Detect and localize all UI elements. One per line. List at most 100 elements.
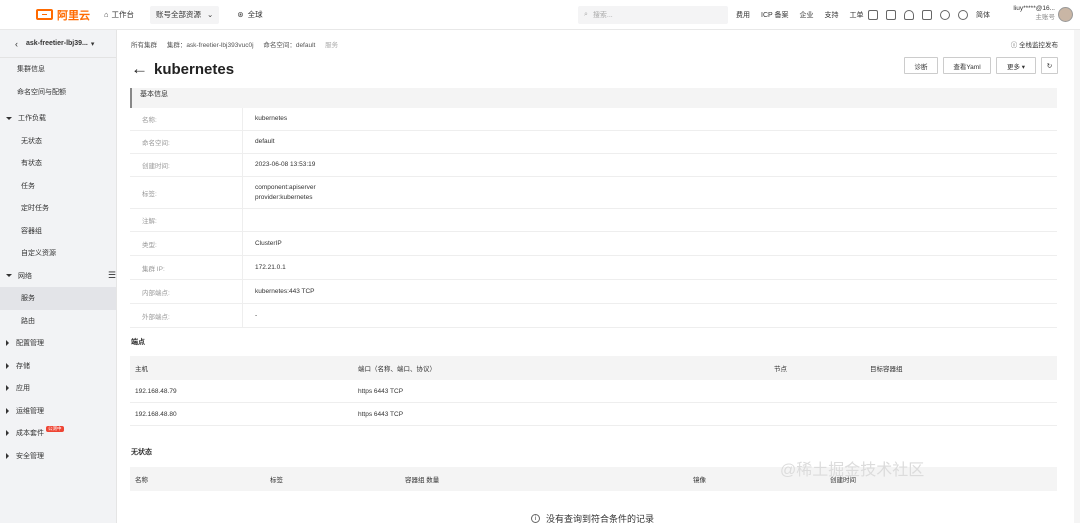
breadcrumb-item: 服务 bbox=[325, 42, 339, 49]
topbar-links: 费用 ICP 备案 企业 支持 工单 bbox=[725, 0, 864, 30]
globe-icon: ⊛ bbox=[237, 10, 244, 19]
help-icon[interactable] bbox=[958, 10, 968, 20]
main-content: 所有集群 集群：ask-freetier-lbj393vuc0j 命名空间：de… bbox=[117, 30, 1080, 523]
info-value-text: 172.21.0.1 bbox=[255, 263, 286, 271]
endpoints-table: 主机 端口（名称、端口、协议） 节点 目标容器组 192.168.48.79 h… bbox=[130, 356, 1057, 426]
table-cell: 192.168.48.80 bbox=[135, 410, 177, 418]
workbench-button[interactable]: ⌂ 工作台 bbox=[98, 6, 140, 24]
help-label: 全栈监控发布 bbox=[1019, 42, 1058, 49]
sidebar-item-job[interactable]: 任务 bbox=[0, 175, 116, 198]
back-chevron-icon: ‹ bbox=[15, 38, 18, 49]
sidebar-item-label: 定时任务 bbox=[21, 205, 49, 213]
link-support[interactable]: 支持 bbox=[825, 10, 839, 20]
sidebar-group-workloads[interactable]: 工作负载 bbox=[0, 107, 116, 130]
help-link[interactable]: ⓘ 全栈监控发布 bbox=[1011, 39, 1058, 49]
button-label: 更多 ▾ bbox=[1006, 63, 1026, 71]
sidebar-item-statefulset[interactable]: 有状态 bbox=[0, 152, 116, 175]
sidebar-item-pod[interactable]: 容器组 bbox=[0, 220, 116, 243]
breadcrumb-item[interactable]: 命名空间：default bbox=[263, 42, 315, 49]
sidebar-group-ops[interactable]: 运维管理 bbox=[0, 400, 116, 423]
info-key: 外部端点: bbox=[130, 304, 243, 327]
workbench-label: 工作台 bbox=[111, 10, 135, 19]
section-title: 基本信息 bbox=[140, 91, 168, 98]
breadcrumb-item[interactable]: 集群：ask-freetier-lbj393vuc0j bbox=[167, 42, 254, 49]
sidebar-item-service[interactable]: 服务 bbox=[0, 287, 116, 310]
sidebar-group-cost[interactable]: 成本套件 公测中 bbox=[0, 422, 116, 445]
logo-icon bbox=[36, 9, 53, 20]
basic-info-header: 基本信息 bbox=[130, 88, 1057, 108]
avatar[interactable] bbox=[1058, 7, 1073, 22]
sidebar-group-config[interactable]: 配置管理 bbox=[0, 332, 116, 355]
info-value: kubernetes:443 TCP bbox=[243, 280, 315, 303]
user-role: 主账号 bbox=[1035, 14, 1056, 21]
logo-text: 阿里云 bbox=[57, 9, 90, 22]
info-value-text: kubernetes:443 TCP bbox=[255, 287, 315, 295]
caret-right-icon bbox=[6, 430, 9, 437]
sidebar-group-security[interactable]: 安全管理 bbox=[0, 445, 116, 468]
search-icon: ⌕ bbox=[584, 11, 588, 18]
sidebar-item-cluster-info[interactable]: 集群信息 bbox=[0, 58, 116, 81]
view-yaml-button[interactable]: 查看Yaml bbox=[943, 57, 991, 74]
user-account: liuy*****@16... bbox=[1013, 5, 1055, 12]
cart-icon[interactable] bbox=[922, 10, 932, 20]
info-row: 外部端点: - bbox=[130, 304, 1057, 328]
menu-icon[interactable]: ☰ bbox=[108, 270, 116, 281]
link-billing[interactable]: 费用 bbox=[736, 10, 750, 20]
image-icon[interactable] bbox=[886, 10, 896, 20]
sidebar-item-namespace[interactable]: 命名空间与配额 bbox=[0, 81, 116, 104]
info-row: 类型: ClusterIP bbox=[130, 232, 1057, 256]
info-value: 2023-06-08 13:53:19 bbox=[243, 154, 315, 176]
basic-info-table: 名称: kubernetes 命名空间: default 创建时间: 2023-06-… bbox=[130, 108, 1057, 328]
user-info[interactable]: liuy*****@16... 主账号 bbox=[1007, 4, 1055, 22]
refresh-button[interactable]: ↻ bbox=[1041, 57, 1058, 74]
link-icp[interactable]: ICP 备案 bbox=[761, 10, 789, 20]
sidebar-item-deployment[interactable]: 无状态 bbox=[0, 130, 116, 153]
more-button[interactable]: 更多 ▾ bbox=[996, 57, 1036, 74]
language-switch[interactable]: 简体 bbox=[976, 10, 990, 20]
sidebar: ‹ ask-freetier-lbj39... ▾ 集群信息 命名空间与配额 工… bbox=[0, 30, 117, 523]
region-selector[interactable]: ⊛ 全球 bbox=[231, 6, 268, 24]
sidebar-group-label: 网络 bbox=[18, 272, 32, 280]
aliyun-logo[interactable]: 阿里云 bbox=[36, 7, 92, 23]
info-key: 注解: bbox=[130, 209, 243, 231]
refresh-icon: ↻ bbox=[1046, 62, 1053, 70]
sidebar-item-label: 自定义资源 bbox=[21, 250, 56, 258]
info-value: default bbox=[243, 131, 275, 153]
caret-right-icon bbox=[6, 385, 9, 392]
sidebar-item-ingress[interactable]: 路由 bbox=[0, 310, 116, 333]
search-input[interactable]: ⌕ 搜索... bbox=[578, 6, 728, 24]
sidebar-group-storage[interactable]: 存储 bbox=[0, 355, 116, 378]
chevron-down-icon: ▾ bbox=[90, 40, 95, 48]
caret-right-icon bbox=[6, 340, 9, 347]
sidebar-item-label: 无状态 bbox=[21, 137, 42, 145]
empty-text: 没有查询到符合条件的记录 bbox=[546, 514, 655, 523]
empty-state: i 没有查询到符合条件的记录 bbox=[531, 512, 654, 523]
info-value-text: 2023-06-08 13:53:19 bbox=[255, 161, 316, 168]
sidebar-group-label: 应用 bbox=[16, 385, 30, 393]
sidebar-group-apps[interactable]: 应用 bbox=[0, 377, 116, 400]
info-value: 172.21.0.1 bbox=[243, 256, 286, 279]
info-value: component:apiserver provider:kubernetes bbox=[243, 177, 316, 208]
sidebar-item-crd[interactable]: 自定义资源 bbox=[0, 242, 116, 265]
column-header: 标签 bbox=[270, 477, 283, 484]
table-row: 192.168.48.79 https 6443 TCP bbox=[130, 380, 1057, 403]
sidebar-item-label: 集群信息 bbox=[17, 66, 45, 74]
back-arrow-icon[interactable]: ← bbox=[131, 59, 148, 79]
breadcrumb-item[interactable]: 所有集群 bbox=[131, 42, 157, 49]
sidebar-group-network[interactable]: 网络 ☰ bbox=[0, 265, 116, 288]
scrollbar[interactable] bbox=[1074, 30, 1080, 523]
bell-icon[interactable] bbox=[904, 10, 914, 20]
sidebar-group-label: 配置管理 bbox=[16, 340, 44, 348]
cluster-selector[interactable]: ‹ ask-freetier-lbj39... ▾ bbox=[0, 30, 116, 58]
link-enterprise[interactable]: 企业 bbox=[800, 10, 814, 20]
sidebar-item-label: 有状态 bbox=[21, 160, 42, 168]
diagnose-button[interactable]: 诊断 bbox=[904, 57, 938, 74]
sidebar-item-cronjob[interactable]: 定时任务 bbox=[0, 197, 116, 220]
home-icon: ⌂ bbox=[104, 10, 109, 19]
info-value: ClusterIP bbox=[243, 232, 282, 255]
terminal-icon[interactable] bbox=[868, 10, 878, 20]
info-key: 标签: bbox=[130, 177, 243, 208]
location-icon[interactable] bbox=[940, 10, 950, 20]
table-cell: https 6443 TCP bbox=[358, 410, 404, 418]
resource-selector[interactable]: 账号全部资源 ⌄ bbox=[150, 5, 220, 24]
